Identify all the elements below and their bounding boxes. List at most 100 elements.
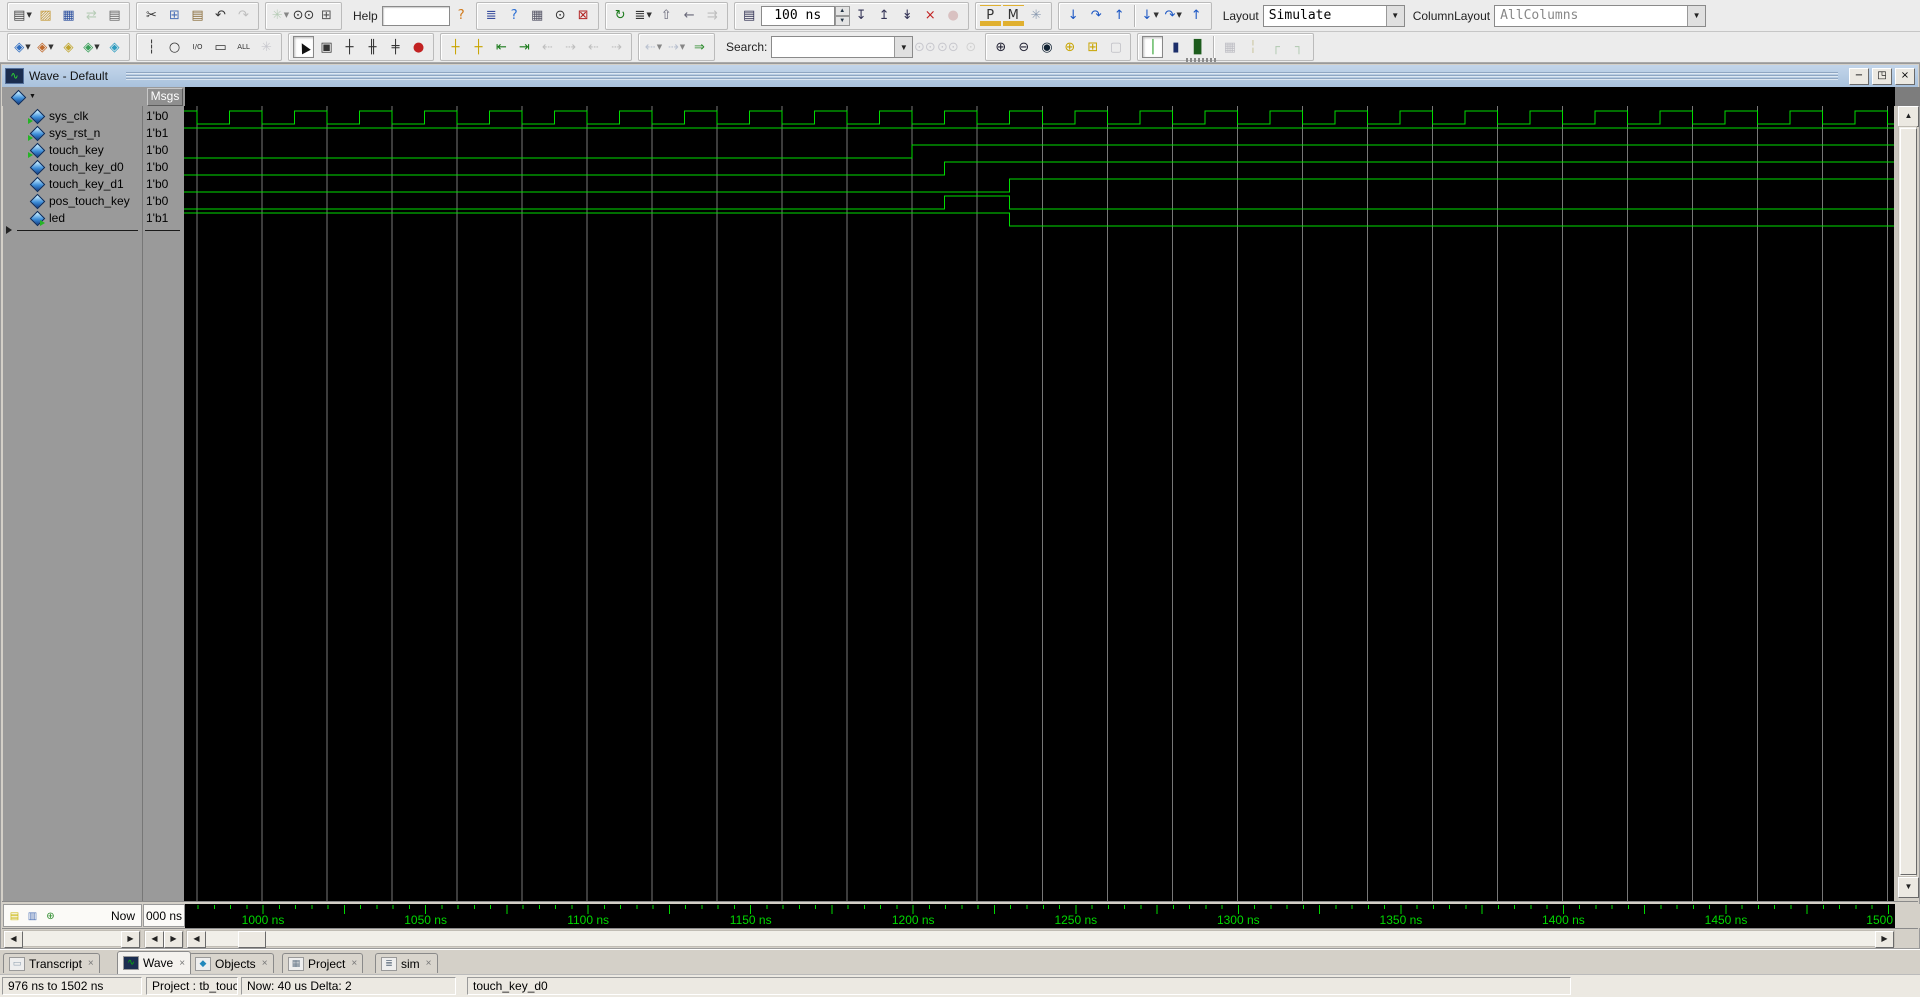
run-all-icon[interactable]: ↡ <box>897 5 918 27</box>
add-list-icon[interactable]: ◈ ▼ <box>81 36 102 58</box>
step-out-icon[interactable]: ↑ <box>1109 5 1130 27</box>
step-into-instance-icon[interactable]: ↓ ▼ <box>1140 5 1161 27</box>
value-column-scrollbar[interactable]: ◀ ▶ <box>144 930 184 948</box>
signal-value-sys_rst_n[interactable]: 1'b1 <box>143 124 187 141</box>
msgs-column-header[interactable]: Msgs <box>147 88 183 106</box>
chevron-down-icon[interactable]: ▼ <box>894 37 913 57</box>
pan-mode-icon[interactable]: ┼ <box>339 36 360 58</box>
close-icon[interactable]: × <box>179 958 185 969</box>
insert-cursor-icon[interactable]: ┼ <box>445 36 466 58</box>
signal-value-sys_clk[interactable]: 1'b0 <box>143 107 187 124</box>
edit-mode-icon[interactable]: ╪ <box>385 36 406 58</box>
tab-sim[interactable]: ≣ sim × <box>375 953 438 973</box>
delete-cursor-icon[interactable]: ┼ <box>468 36 489 58</box>
next-rising-edge-icon[interactable]: ⇢ <box>606 36 627 58</box>
grid-toggle-icon[interactable]: ▦ <box>1219 36 1240 58</box>
wave-horizontal-scrollbar[interactable]: ◀ ▶ <box>186 930 1895 948</box>
filter-ports-icon[interactable]: ▭ <box>210 36 231 58</box>
break-icon[interactable]: × <box>920 5 941 27</box>
help-search-input[interactable] <box>381 5 450 26</box>
run-length-spinbox[interactable]: 100 ns ▲ ▼ <box>760 5 850 26</box>
close-icon[interactable]: × <box>351 958 357 969</box>
run-continue-icon[interactable]: ↥ <box>874 5 895 27</box>
chevron-down-icon[interactable]: ▼ <box>1687 5 1706 26</box>
scroll-left-icon[interactable]: ◀ <box>4 931 23 948</box>
scroll-right-icon[interactable]: ▶ <box>121 931 140 948</box>
compile-all-icon[interactable]: ? <box>504 5 525 27</box>
simulate-find-icon[interactable]: ⊙ <box>550 5 571 27</box>
signal-value-touch_key[interactable]: 1'b0 <box>143 141 187 158</box>
tab-objects[interactable]: ◆ Objects × <box>189 953 274 973</box>
waveform-canvas[interactable] <box>184 106 1894 901</box>
close-icon[interactable]: × <box>262 958 268 969</box>
signal-value-touch_key_d0[interactable]: 1'b0 <box>143 158 187 175</box>
previous-transition-icon[interactable]: ⇤ <box>491 36 512 58</box>
cursor-snap-icon[interactable]: ╎ <box>1242 36 1263 58</box>
environment-list-icon[interactable]: ≣ ▼ <box>633 5 654 27</box>
zoom-mode-icon[interactable]: ▣ <box>316 36 337 58</box>
columnlayout-combobox[interactable]: AllColumns ▼ <box>1494 4 1707 27</box>
wave-edit-icon[interactable]: ✳ <box>256 36 277 58</box>
edit-wave-icon[interactable]: ◈ <box>58 36 79 58</box>
next-falling-edge-icon[interactable]: ⇢ <box>560 36 581 58</box>
step-over-icon[interactable]: ↷ <box>1086 5 1107 27</box>
wave-window-icon[interactable]: ▥ <box>25 910 40 923</box>
new-file-icon[interactable]: ▤ ▼ <box>12 5 33 27</box>
restart-icon[interactable]: ↻ <box>610 5 631 27</box>
performance-profile-icon[interactable]: P <box>979 4 1001 27</box>
zoom-out-icon[interactable]: ⊖ <box>1013 36 1034 58</box>
expand-time-right-icon[interactable]: ⇢ ▼ <box>666 36 687 58</box>
tab-wave[interactable]: ∿ Wave × <box>117 951 192 974</box>
timeline-ruler[interactable]: 1000 ns 1050 ns 1100 ns 1150 ns 1200 ns 1250 … <box>185 904 1895 928</box>
help-search-icon[interactable]: ? <box>451 5 472 27</box>
environment-back-icon[interactable]: ← <box>679 5 700 27</box>
minimize-button[interactable]: − <box>1849 67 1869 85</box>
environment-forward-icon[interactable]: ⇉ <box>702 5 723 27</box>
hand-pause-icon[interactable]: ✳ <box>1026 5 1047 27</box>
filter-internal-icon[interactable]: ┆ <box>141 36 162 58</box>
zoom-range-icon[interactable]: ⊞ <box>1082 36 1103 58</box>
signal-value-pos_touch_key[interactable]: 1'b0 <box>143 192 187 209</box>
scroll-right-icon[interactable]: ▶ <box>1875 931 1894 948</box>
step-into-icon[interactable]: ↓ <box>1063 5 1084 27</box>
step-over-instance-icon[interactable]: ↷ ▼ <box>1163 5 1184 27</box>
spin-down-icon[interactable]: ▼ <box>834 15 850 26</box>
run-length-icon[interactable]: ▤ <box>739 5 760 27</box>
scroll-left-icon[interactable]: ◀ <box>145 931 164 948</box>
redo-icon[interactable]: ↷ <box>233 5 254 27</box>
search-combobox[interactable]: ▼ <box>771 36 914 58</box>
expand-time-left-icon[interactable]: ⇠ ▼ <box>643 36 664 58</box>
undo-icon[interactable]: ↶ <box>210 5 231 27</box>
previous-falling-edge-icon[interactable]: ⇠ <box>537 36 558 58</box>
title-grip[interactable] <box>125 71 1838 81</box>
zoom-mode-box-icon[interactable]: ▢ <box>1105 36 1126 58</box>
environment-up-icon[interactable]: ⇧ <box>656 5 677 27</box>
goto-bookmark-icon[interactable]: ⊞ <box>316 5 337 27</box>
run-icon[interactable]: ↧ <box>851 5 872 27</box>
stop-icon[interactable]: ● <box>943 5 964 27</box>
view-signal-toggle-icon[interactable]: │ <box>1142 36 1164 58</box>
print-icon[interactable]: ▤ <box>104 5 125 27</box>
end-simulation-icon[interactable]: ⊠ <box>573 5 594 27</box>
copy-icon[interactable]: ⊞ <box>164 5 185 27</box>
zoom-full-icon[interactable]: ◉ <box>1036 36 1057 58</box>
compare-icon[interactable]: ✳ ▼ <box>270 5 291 27</box>
close-button[interactable]: × <box>1895 67 1915 85</box>
spin-up-icon[interactable]: ▲ <box>834 5 850 16</box>
close-icon[interactable]: × <box>88 958 94 969</box>
search-find-icon[interactable]: ⊙⊙ <box>914 36 936 58</box>
scroll-down-icon[interactable]: ▼ <box>1898 877 1919 898</box>
filter-all-icon[interactable]: ALL <box>233 36 254 58</box>
save-file-icon[interactable]: ▦ <box>58 5 79 27</box>
simulate-icon[interactable]: ▦ <box>527 5 548 27</box>
vertical-scroll-thumb[interactable] <box>1900 128 1917 875</box>
step-out-up-icon[interactable]: ↑ <box>1186 5 1207 27</box>
wave-title-bar[interactable]: ∿ Wave - Default − ◳ × <box>2 65 1918 88</box>
search-reverse-icon[interactable]: ⊙⊙ <box>937 36 959 58</box>
signal-kind-dropdown[interactable]: ▼ <box>10 89 36 105</box>
cut-icon[interactable]: ✂ <box>141 5 162 27</box>
filter-inout-icon[interactable]: I/O <box>187 36 208 58</box>
add-wave-icon[interactable]: ◈ ▼ <box>12 36 33 58</box>
zoom-in-icon[interactable]: ⊕ <box>990 36 1011 58</box>
view-full-toggle-icon[interactable]: ▊ <box>1188 36 1209 58</box>
